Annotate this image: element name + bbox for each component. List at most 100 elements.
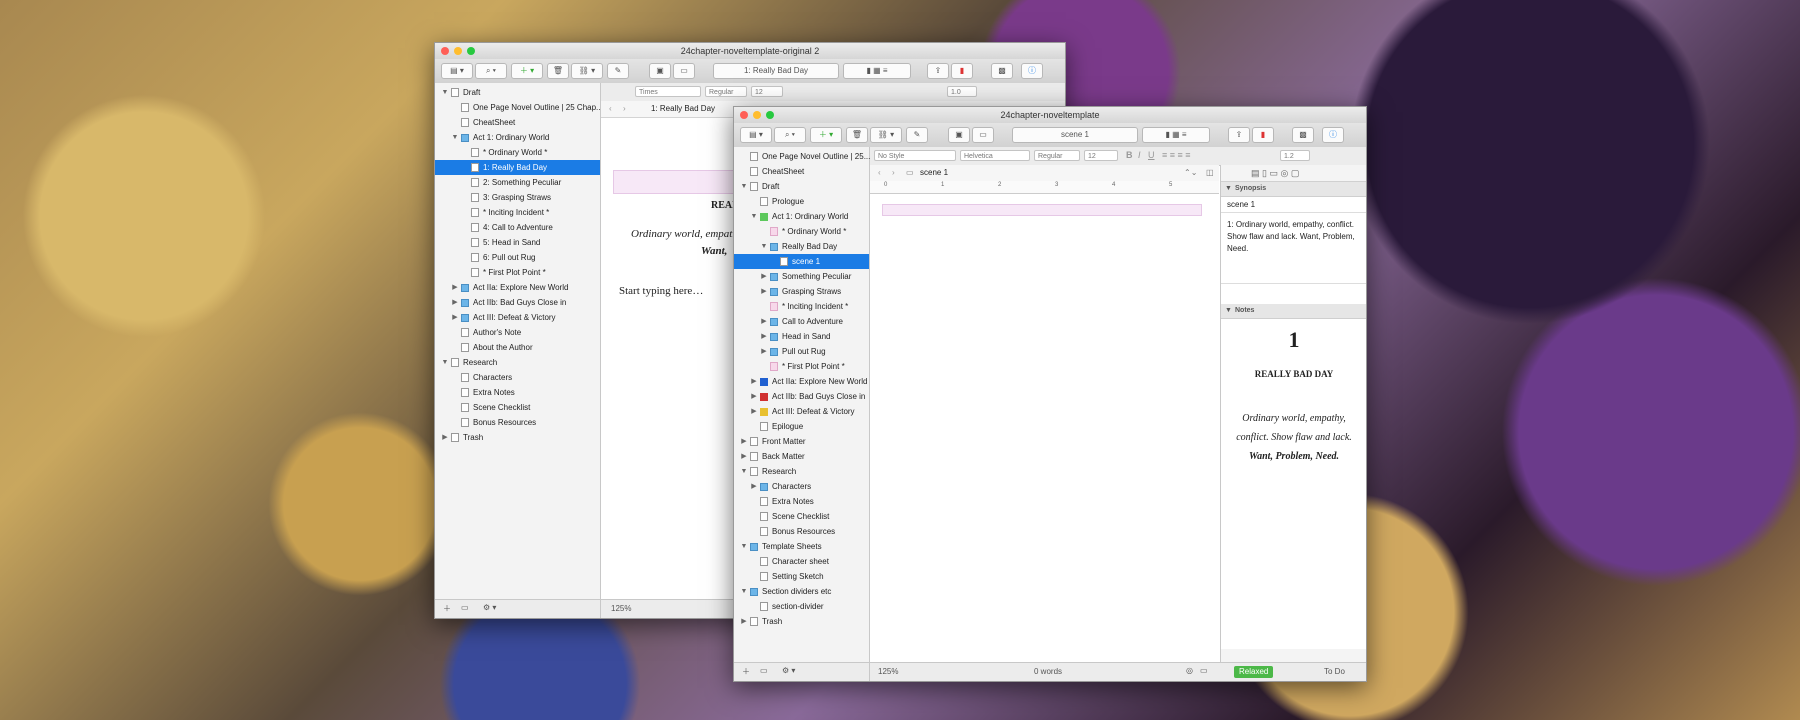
note-button[interactable]: ▭ — [673, 63, 695, 79]
zoom-button[interactable] — [467, 47, 475, 55]
binder-item[interactable]: ▼ Act 1: Ordinary World — [435, 130, 600, 145]
binder-item[interactable]: Author's Note — [435, 325, 600, 340]
binder-item[interactable]: ▶ Pull out Rug — [734, 344, 869, 359]
binder-item[interactable]: ▶ Head in Sand — [734, 329, 869, 344]
size-select[interactable]: 12 — [751, 86, 783, 97]
snapshot-button[interactable]: ▣ — [649, 63, 671, 79]
front-window-titlebar[interactable]: 24chapter-noveltemplate — [734, 107, 1366, 123]
binder-item[interactable]: ▶ Act IIa: Explore New World — [435, 280, 600, 295]
binder-item[interactable]: Scene Checklist — [435, 400, 600, 415]
nav-forward-icon[interactable]: › — [623, 101, 626, 117]
binder-item[interactable]: Characters — [435, 370, 600, 385]
binder-item[interactable]: ▶ Act III: Defeat & Victory — [734, 404, 869, 419]
align-icons[interactable]: ≡ ≡ ≡ ≡ — [1162, 150, 1191, 160]
synopsis-title[interactable]: scene 1 — [1221, 197, 1366, 213]
disclosure-open-icon[interactable]: ▼ — [441, 85, 449, 100]
binder-item[interactable]: Setting Sketch — [734, 569, 869, 584]
binder-item[interactable]: CheatSheet — [734, 164, 869, 179]
close-button[interactable] — [740, 111, 748, 119]
search-button[interactable]: ⌕ ▾ — [475, 63, 507, 79]
disclosure-closed-icon[interactable]: ▶ — [760, 269, 768, 284]
gear-icon[interactable]: ⚙ ▾ — [483, 603, 496, 612]
font-select[interactable]: Helvetica — [960, 150, 1030, 161]
binder-item[interactable]: ▶ Act IIa: Explore New World — [734, 374, 869, 389]
add-button[interactable]: ＋ ▾ — [511, 63, 543, 79]
binder-item[interactable]: ▼ Research — [435, 355, 600, 370]
disclosure-closed-icon[interactable]: ▶ — [760, 314, 768, 329]
binder-item[interactable]: Prologue — [734, 194, 869, 209]
add-item-icon[interactable]: ＋ — [742, 666, 750, 677]
binder-item[interactable]: One Page Novel Outline | 25... — [734, 149, 870, 164]
info-button[interactable]: ⓘ — [1021, 63, 1043, 79]
binder-item[interactable]: 6: Pull out Rug — [435, 250, 600, 265]
binder-item[interactable]: * Inciting Incident * — [734, 299, 869, 314]
italic-icon[interactable]: I — [1138, 150, 1141, 160]
binder-item[interactable]: ▶ Act III: Defeat & Victory — [435, 310, 600, 325]
link-button[interactable]: ⛓ ▾ — [870, 127, 902, 143]
notes-heading[interactable]: ▼ Notes — [1221, 304, 1366, 319]
zoom-button[interactable] — [766, 111, 774, 119]
binder-item[interactable]: ▶ Characters — [734, 479, 869, 494]
compose-button[interactable]: ▩ — [991, 63, 1013, 79]
synopsis-heading[interactable]: ▼ Synopsis — [1221, 182, 1366, 197]
inspector-tabs[interactable]: ▤ ▯ ▭ ◎ ▢ — [1221, 165, 1366, 182]
binder-item[interactable]: ▶ Something Peculiar — [734, 269, 869, 284]
add-item-icon[interactable]: ＋ — [443, 603, 451, 614]
nav-forward-icon[interactable]: › — [892, 165, 895, 181]
disclosure-open-icon[interactable]: ▼ — [451, 130, 459, 145]
page-icon[interactable]: ▭ — [1200, 666, 1208, 675]
style-select[interactable]: Regular — [705, 86, 747, 97]
disclosure-open-icon[interactable]: ▼ — [740, 539, 748, 554]
binder-item[interactable]: 2: Something Peculiar — [435, 175, 600, 190]
binder-toggle-button[interactable]: ▤ ▾ — [441, 63, 473, 79]
binder-item[interactable]: Extra Notes — [734, 494, 869, 509]
back-window-titlebar[interactable]: 24chapter-noveltemplate-original 2 — [435, 43, 1065, 59]
folder-icon[interactable]: ▭ — [760, 666, 768, 675]
title-field[interactable] — [882, 204, 1202, 216]
up-down-icon[interactable]: ⌃⌄ — [1184, 165, 1197, 181]
binder-item[interactable]: * Inciting Incident * — [435, 205, 600, 220]
disclosure-closed-icon[interactable]: ▶ — [451, 280, 459, 295]
spacing-select[interactable]: 1.2 — [1280, 150, 1310, 161]
binder-item[interactable]: section-divider — [734, 599, 869, 614]
binder-item[interactable]: Extra Notes — [435, 385, 600, 400]
bookmark-button[interactable]: ▮ — [951, 63, 973, 79]
minimize-button[interactable] — [753, 111, 761, 119]
disclosure-open-icon[interactable]: ▼ — [441, 355, 449, 370]
weight-select[interactable]: Regular — [1034, 150, 1080, 161]
disclosure-closed-icon[interactable]: ▶ — [750, 404, 758, 419]
binder-item[interactable]: Character sheet — [734, 554, 869, 569]
trash-button[interactable]: 🗑 — [846, 127, 868, 143]
zoom-select[interactable]: 125% — [878, 667, 898, 676]
typing-placeholder[interactable]: Start typing here… — [619, 285, 703, 297]
disclosure-closed-icon[interactable]: ▶ — [760, 329, 768, 344]
spacing-select[interactable]: 1.0 — [947, 86, 977, 97]
binder-item[interactable]: scene 1 — [734, 254, 869, 269]
binder-item[interactable]: * Ordinary World * — [435, 145, 600, 160]
share-button[interactable]: ⇪ — [927, 63, 949, 79]
bookmark-button[interactable]: ▮ — [1252, 127, 1274, 143]
binder-item[interactable]: ▶ Grasping Straws — [734, 284, 869, 299]
disclosure-open-icon[interactable]: ▼ — [740, 179, 748, 194]
disclosure-closed-icon[interactable]: ▶ — [451, 310, 459, 325]
edit-button[interactable]: ✎ — [607, 63, 629, 79]
binder-item[interactable]: About the Author — [435, 340, 600, 355]
binder-item[interactable]: ▶ Front Matter — [734, 434, 869, 449]
add-button[interactable]: ＋ ▾ — [810, 127, 842, 143]
notes-area[interactable]: 1 REALLY BAD DAY Ordinary world, empathy… — [1221, 319, 1366, 649]
document-title-field[interactable]: 1: Really Bad Day — [713, 63, 839, 79]
disclosure-open-icon[interactable]: ▼ — [740, 584, 748, 599]
binder-item[interactable]: ▶ Back Matter — [734, 449, 869, 464]
binder-item[interactable]: 1: Really Bad Day — [435, 160, 600, 175]
disclosure-closed-icon[interactable]: ▶ — [760, 344, 768, 359]
binder-item[interactable]: ▼ Draft — [734, 179, 869, 194]
disclosure-closed-icon[interactable]: ▶ — [750, 389, 758, 404]
info-button[interactable]: ⓘ — [1322, 127, 1344, 143]
disclosure-closed-icon[interactable]: ▶ — [451, 295, 459, 310]
note-button[interactable]: ▭ — [972, 127, 994, 143]
disclosure-open-icon[interactable]: ▼ — [740, 464, 748, 479]
minimize-button[interactable] — [454, 47, 462, 55]
label-select[interactable]: To Do — [1324, 667, 1345, 676]
target-icon[interactable]: ◎ — [1186, 666, 1193, 675]
binder-item[interactable]: * First Plot Point * — [435, 265, 600, 280]
